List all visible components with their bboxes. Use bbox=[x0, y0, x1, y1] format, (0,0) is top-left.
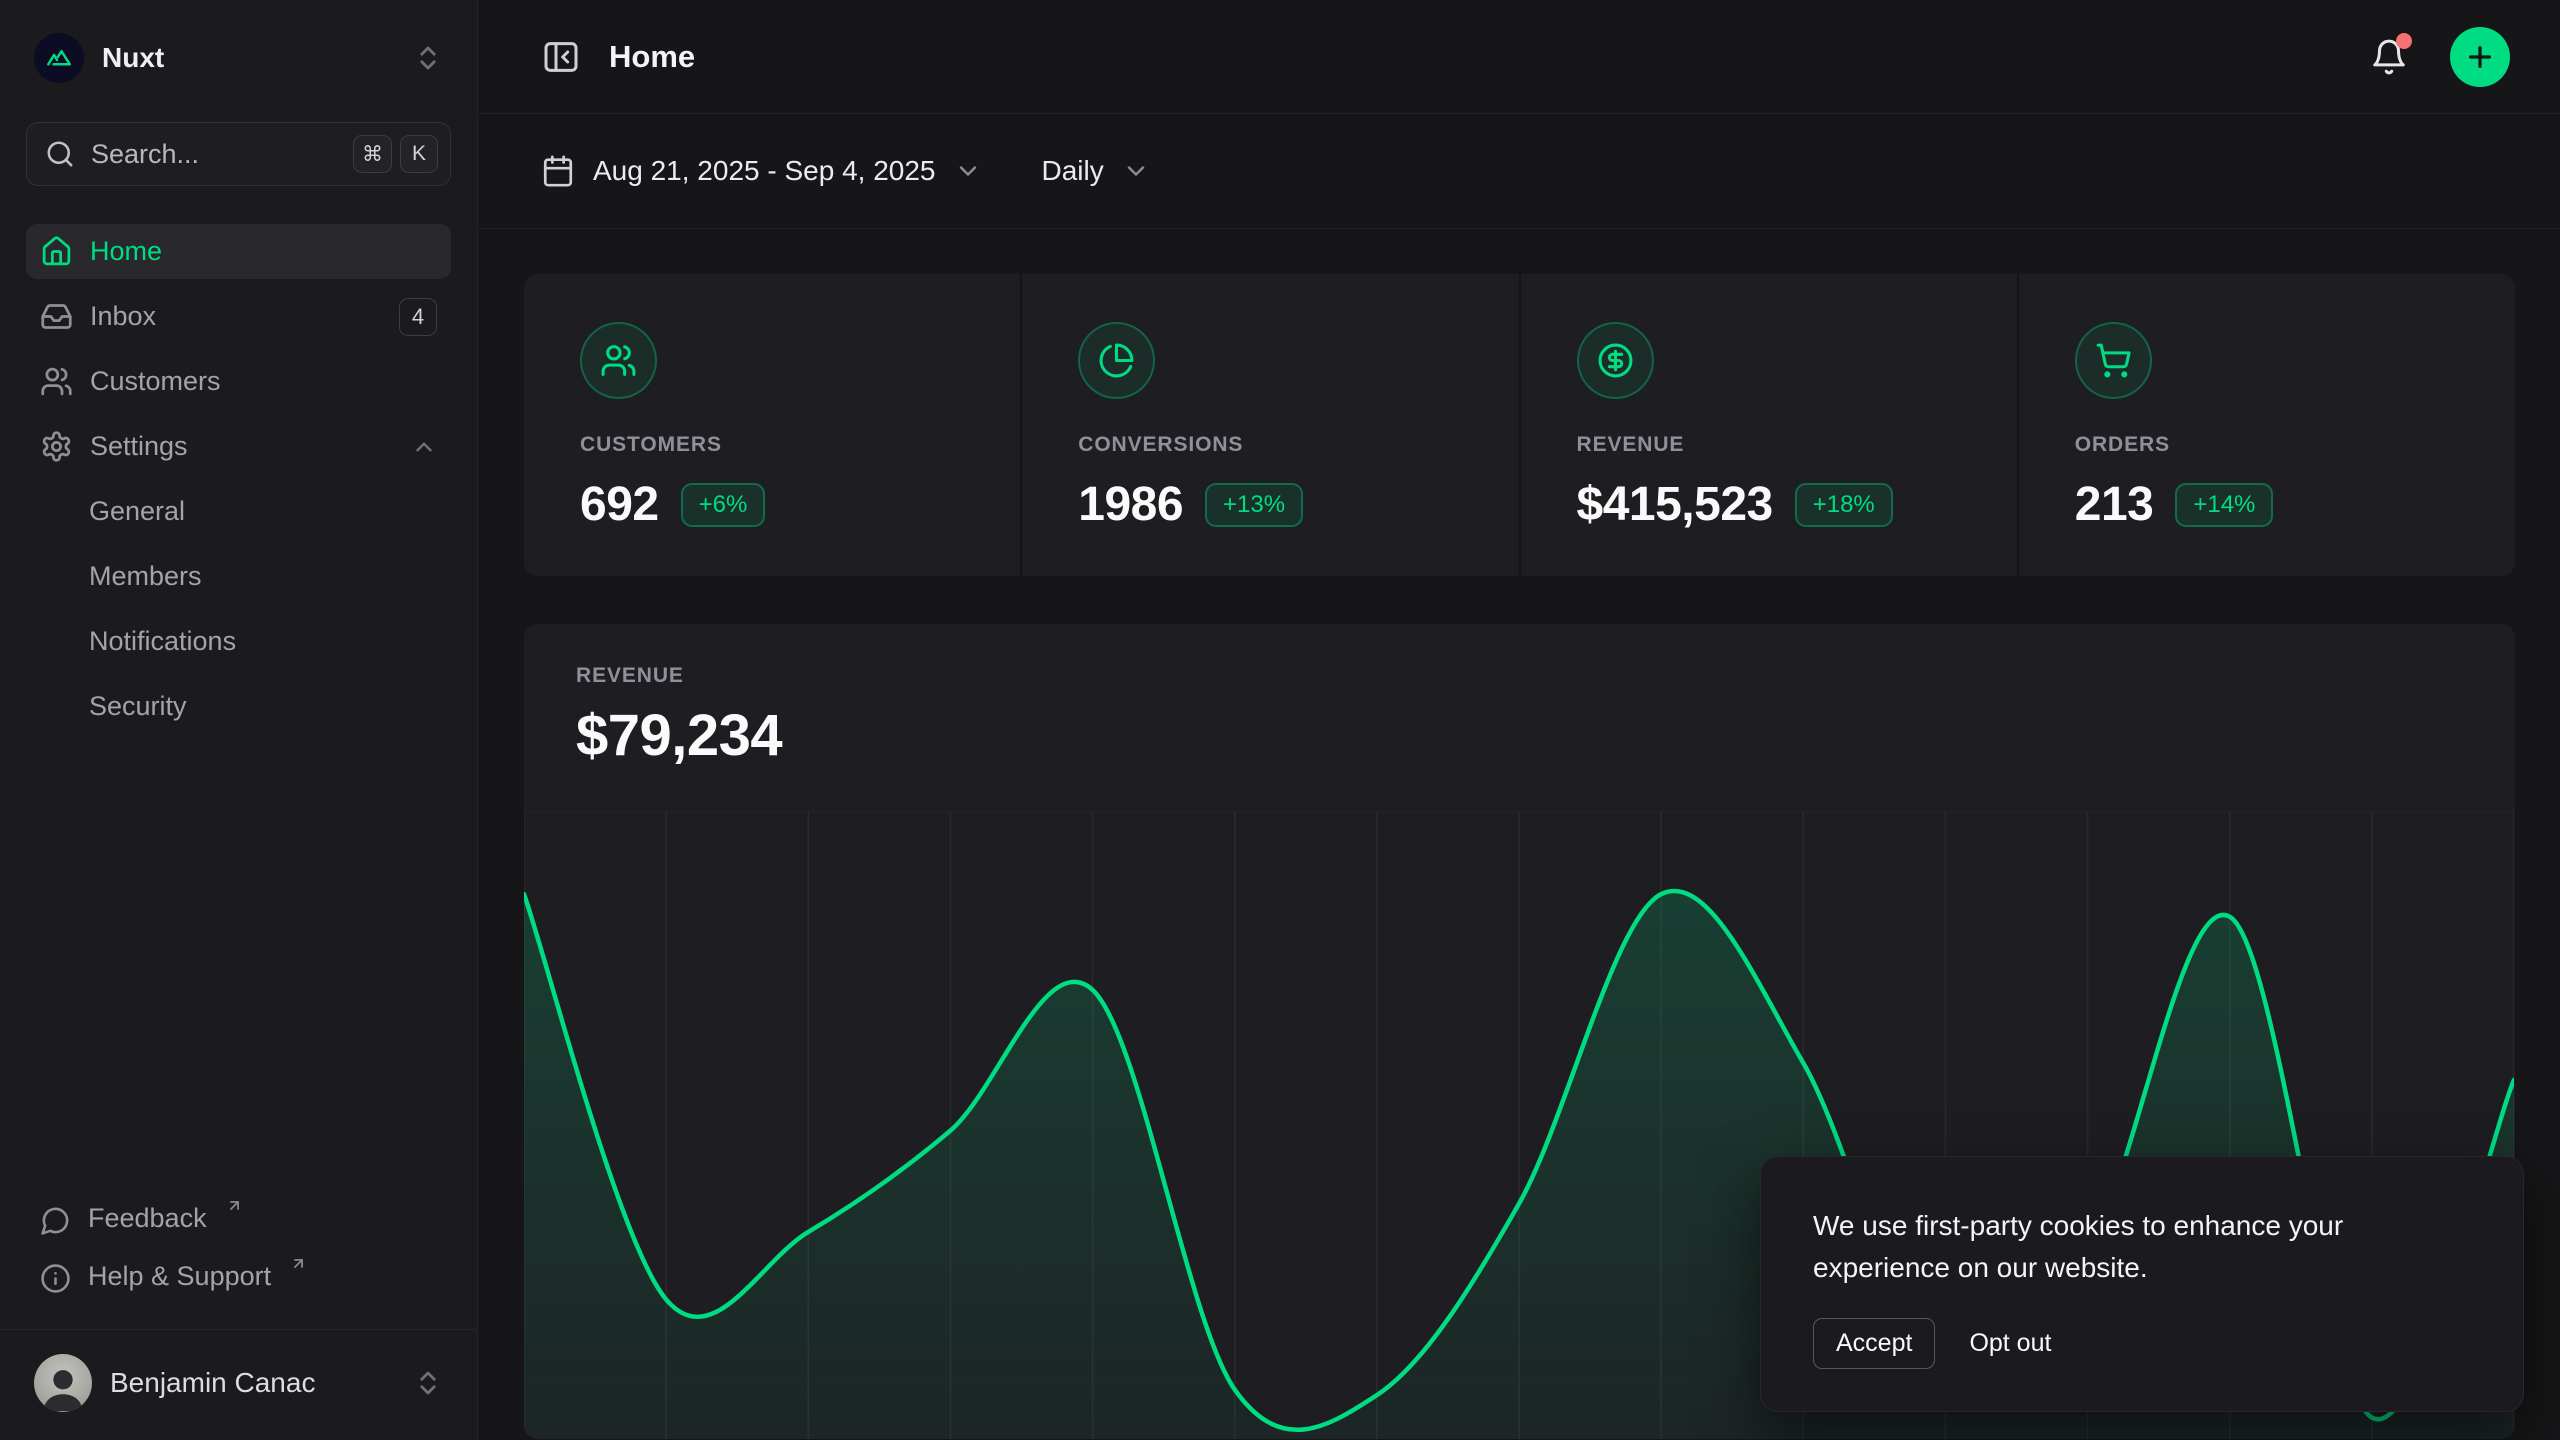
stat-card-customers[interactable]: CUSTOMERS 692 +6% bbox=[524, 274, 1020, 576]
sidebar-item-label: Settings bbox=[90, 431, 188, 462]
chevrons-up-down-icon bbox=[413, 43, 443, 73]
sidebar-item-label: Customers bbox=[90, 366, 221, 397]
feedback-label: Feedback bbox=[88, 1203, 207, 1234]
help-support-label: Help & Support bbox=[88, 1261, 271, 1292]
sidebar-subitem-general[interactable]: General bbox=[26, 484, 451, 539]
stat-delta-badge: +14% bbox=[2175, 483, 2273, 527]
sidebar-item-home[interactable]: Home bbox=[26, 224, 451, 279]
stats-row: CUSTOMERS 692 +6% CONVERSIONS 1986 +13% bbox=[524, 274, 2515, 576]
external-link-icon bbox=[290, 1255, 307, 1272]
cookie-message: We use first-party cookies to enhance yo… bbox=[1813, 1205, 2403, 1288]
sidebar-item-customers[interactable]: Customers bbox=[26, 354, 451, 409]
users-icon bbox=[580, 322, 657, 399]
optout-cookies-button[interactable]: Opt out bbox=[1969, 1329, 2051, 1358]
stat-card-orders[interactable]: ORDERS 213 +14% bbox=[2019, 274, 2515, 576]
revenue-chart-total: $79,234 bbox=[576, 702, 2463, 769]
stat-value: 213 bbox=[2075, 477, 2154, 532]
stat-label: ORDERS bbox=[2075, 433, 2459, 457]
granularity-value: Daily bbox=[1042, 155, 1104, 187]
sidebar-item-settings[interactable]: Settings bbox=[26, 419, 451, 474]
stat-delta-badge: +13% bbox=[1205, 483, 1303, 527]
help-support-link[interactable]: Help & Support bbox=[26, 1253, 451, 1311]
user-name: Benjamin Canac bbox=[110, 1367, 315, 1399]
notifications-button[interactable] bbox=[2370, 38, 2408, 76]
add-button[interactable] bbox=[2450, 27, 2510, 87]
search-placeholder: Search... bbox=[91, 139, 199, 170]
chevrons-up-down-icon bbox=[413, 1368, 443, 1398]
stat-label: CONVERSIONS bbox=[1078, 433, 1462, 457]
sidebar-subitem-security[interactable]: Security bbox=[26, 679, 451, 734]
nuxt-logo bbox=[34, 33, 84, 83]
workspace-switcher[interactable]: Nuxt bbox=[26, 26, 451, 90]
revenue-chart-label: REVENUE bbox=[576, 664, 2463, 688]
cookie-banner: We use first-party cookies to enhance yo… bbox=[1760, 1156, 2524, 1412]
feedback-link[interactable]: Feedback bbox=[26, 1195, 451, 1253]
collapse-sidebar-button[interactable] bbox=[541, 37, 581, 77]
search-input[interactable]: Search... ⌘ K bbox=[26, 122, 451, 186]
search-shortcut: ⌘ K bbox=[353, 135, 438, 173]
users-icon bbox=[40, 365, 73, 398]
page-title: Home bbox=[609, 39, 695, 75]
date-range-value: Aug 21, 2025 - Sep 4, 2025 bbox=[593, 155, 936, 187]
workspace-name: Nuxt bbox=[102, 42, 164, 74]
sidebar-nav: Home Inbox 4 Customers bbox=[26, 224, 451, 734]
home-icon bbox=[40, 235, 73, 268]
sidebar-divider bbox=[0, 1329, 477, 1330]
sidebar-item-label: Home bbox=[90, 236, 162, 267]
sidebar-subitem-notifications[interactable]: Notifications bbox=[26, 614, 451, 669]
search-icon bbox=[45, 139, 75, 169]
header-actions bbox=[2370, 27, 2510, 87]
stat-label: REVENUE bbox=[1577, 433, 1961, 457]
circle-dollar-icon bbox=[1577, 322, 1654, 399]
chevron-down-icon bbox=[954, 157, 982, 185]
kbd-k: K bbox=[400, 135, 438, 173]
sidebar-item-label: Inbox bbox=[90, 301, 156, 332]
sidebar: Nuxt Search... ⌘ K Home bbox=[0, 0, 478, 1440]
top-header: Home bbox=[479, 0, 2560, 114]
info-circle-icon bbox=[40, 1263, 71, 1294]
stat-value: 1986 bbox=[1078, 477, 1183, 532]
stat-card-revenue[interactable]: REVENUE $415,523 +18% bbox=[1521, 274, 2017, 576]
user-avatar bbox=[34, 1354, 92, 1412]
accept-cookies-button[interactable]: Accept bbox=[1813, 1318, 1935, 1369]
stat-delta-badge: +6% bbox=[681, 483, 766, 527]
plus-icon bbox=[2464, 41, 2496, 73]
message-bubble-icon bbox=[40, 1205, 71, 1236]
kbd-meta: ⌘ bbox=[353, 135, 392, 173]
filters-toolbar: Aug 21, 2025 - Sep 4, 2025 Daily bbox=[479, 114, 2560, 229]
inbox-icon bbox=[40, 300, 73, 333]
inbox-count-badge: 4 bbox=[399, 298, 437, 336]
stat-label: CUSTOMERS bbox=[580, 433, 964, 457]
calendar-icon bbox=[541, 154, 575, 188]
granularity-select[interactable]: Daily bbox=[1042, 155, 1150, 187]
chevron-down-icon bbox=[1122, 157, 1150, 185]
user-menu[interactable]: Benjamin Canac bbox=[26, 1348, 451, 1418]
stat-card-conversions[interactable]: CONVERSIONS 1986 +13% bbox=[1022, 274, 1518, 576]
external-link-icon bbox=[226, 1197, 243, 1214]
stat-value: $415,523 bbox=[1577, 477, 1773, 532]
stat-delta-badge: +18% bbox=[1795, 483, 1893, 527]
pie-chart-icon bbox=[1078, 322, 1155, 399]
sidebar-spacer bbox=[26, 734, 451, 1195]
sidebar-item-inbox[interactable]: Inbox 4 bbox=[26, 289, 451, 344]
chevron-up-icon bbox=[411, 434, 437, 460]
notification-dot bbox=[2396, 33, 2412, 49]
shopping-cart-icon bbox=[2075, 322, 2152, 399]
sidebar-subitem-members[interactable]: Members bbox=[26, 549, 451, 604]
date-range-picker[interactable]: Aug 21, 2025 - Sep 4, 2025 bbox=[541, 154, 982, 188]
gear-icon bbox=[40, 430, 73, 463]
stat-value: 692 bbox=[580, 477, 659, 532]
